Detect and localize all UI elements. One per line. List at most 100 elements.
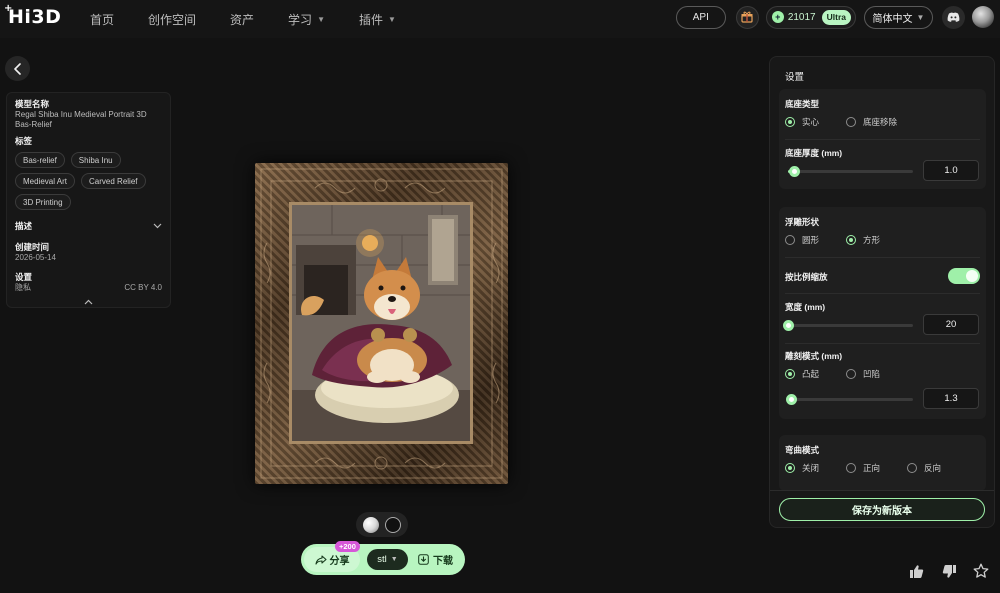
relief-shape-label: 浮雕形状 xyxy=(785,217,820,227)
privacy-row: 隐私 CC BY 4.0 xyxy=(15,283,162,293)
divider xyxy=(770,490,994,491)
solid-view-button[interactable] xyxy=(385,516,401,533)
privacy-label: 隐私 xyxy=(15,283,31,292)
width-slider[interactable] xyxy=(783,320,913,331)
bend-settings-group: 弯曲模式 关闭 正向 反向 xyxy=(779,435,986,491)
width-label: 宽度 (mm) xyxy=(785,302,826,312)
download-button[interactable]: 下载 xyxy=(418,552,453,567)
discord-icon xyxy=(947,12,960,22)
top-right-controls: API + 21017 Ultra 简体中文 ▼ xyxy=(675,5,994,29)
tag-chip[interactable]: Carved Relief xyxy=(81,173,146,189)
bend-mode-label: 弯曲模式 xyxy=(785,445,820,455)
chevron-down-icon: ▼ xyxy=(390,556,398,563)
share-icon xyxy=(314,554,327,565)
tag-chip[interactable]: Medieval Art xyxy=(15,173,76,189)
chevron-up-icon xyxy=(84,299,93,305)
base-solid-radio[interactable]: 实心 xyxy=(785,116,819,128)
star-icon xyxy=(973,563,989,578)
model-preview[interactable] xyxy=(255,163,508,484)
format-select[interactable]: stl ▼ xyxy=(367,549,408,570)
bend-reverse-radio[interactable]: 反向 xyxy=(907,462,941,474)
credit-coin-icon: + xyxy=(771,11,784,23)
slider-thumb[interactable] xyxy=(783,320,794,331)
chevron-down-icon: ▼ xyxy=(388,14,396,24)
chevron-down-icon xyxy=(153,223,162,229)
nav-home[interactable]: 首页 xyxy=(90,11,114,28)
gift-icon xyxy=(741,11,753,23)
tags-label: 标签 xyxy=(15,136,33,146)
width-input[interactable]: 20 xyxy=(923,314,979,335)
carve-depth-input[interactable]: 1.3 xyxy=(923,388,979,409)
top-nav-bar: + Hi3D 首页 创作空间 资产 学习 ▼ 插件 ▼ API + 21017 Ult… xyxy=(0,0,1000,38)
tag-list: Bas-relief Shiba Inu Medieval Art Carved… xyxy=(15,152,162,210)
shape-square-radio[interactable]: 方形 xyxy=(846,234,880,246)
slider-thumb[interactable] xyxy=(785,394,797,405)
base-remove-radio[interactable]: 底座移除 xyxy=(846,116,897,128)
save-new-version-button[interactable]: 保存为新版本 xyxy=(779,498,985,521)
share-reward-badge: +200 xyxy=(335,541,360,552)
thumbs-up-button[interactable] xyxy=(906,561,926,581)
model-name: Regal Shiba Inu Medieval Portrait 3D Bas… xyxy=(15,110,147,129)
bend-off-radio[interactable]: 关闭 xyxy=(785,462,819,474)
divider xyxy=(785,343,980,344)
divider xyxy=(785,257,980,258)
base-settings-group: 底座类型 实心 底座移除 底座厚度 (mm) 1.0 xyxy=(779,89,986,189)
carve-mode-label: 雕刻模式 (mm) xyxy=(785,351,843,361)
share-button[interactable]: 分享 +200 xyxy=(304,541,360,572)
language-select[interactable]: 简体中文 ▼ xyxy=(864,5,933,29)
base-thickness-label: 底座厚度 (mm) xyxy=(785,148,843,158)
tag-chip[interactable]: Bas-relief xyxy=(15,152,65,168)
slider-thumb[interactable] xyxy=(789,166,801,177)
relief-shape-options: 圆形 方形 xyxy=(785,234,907,246)
thumbs-down-button[interactable] xyxy=(939,561,959,581)
base-thickness-input[interactable]: 1.0 xyxy=(923,160,979,181)
discord-button[interactable] xyxy=(942,5,965,29)
nav-assets[interactable]: 资产 xyxy=(230,11,254,28)
shape-round-radio[interactable]: 圆形 xyxy=(785,234,819,246)
view-mode-toggle xyxy=(356,512,408,537)
relief-scene xyxy=(292,205,470,441)
gift-button[interactable] xyxy=(735,5,759,29)
action-bar: 分享 +200 stl ▼ 下载 xyxy=(301,541,465,575)
back-button[interactable] xyxy=(5,56,30,81)
brand-logo[interactable]: + Hi3D xyxy=(4,3,61,28)
bend-mode-options: 关闭 正向 反向 xyxy=(785,462,968,474)
main-nav: 首页 创作空间 资产 学习 ▼ 插件 ▼ xyxy=(90,0,430,38)
created-label: 创建时间 xyxy=(15,242,50,252)
tag-chip[interactable]: 3D Printing xyxy=(15,194,71,210)
credit-count: 21017 xyxy=(787,11,816,23)
relief-settings-group: 浮雕形状 圆形 方形 按比例缩放 宽度 (mm) 20 雕刻模式 (mm) 凸起… xyxy=(779,207,986,419)
tag-chip[interactable]: Shiba Inu xyxy=(70,152,121,168)
user-avatar[interactable] xyxy=(972,6,994,28)
carve-raised-radio[interactable]: 凸起 xyxy=(785,368,819,380)
thumbs-up-icon xyxy=(909,564,923,578)
base-type-options: 实心 底座移除 xyxy=(785,116,924,128)
proportional-toggle[interactable] xyxy=(948,268,980,284)
base-thickness-slider[interactable] xyxy=(788,166,913,177)
shiba-portrait-image xyxy=(292,205,470,441)
api-button[interactable]: API xyxy=(675,5,726,29)
carve-depth-slider[interactable] xyxy=(785,394,913,405)
settings-label: 设置 xyxy=(15,272,33,282)
carve-sunken-radio[interactable]: 凹陷 xyxy=(846,368,880,380)
nav-workspace[interactable]: 创作空间 xyxy=(148,11,196,28)
license-value: CC BY 4.0 xyxy=(124,283,162,292)
nav-plugins[interactable]: 插件 ▼ xyxy=(359,11,396,28)
credits-display[interactable]: + 21017 Ultra xyxy=(765,5,856,29)
base-type-label: 底座类型 xyxy=(785,99,820,109)
created-date: 2026-05-14 xyxy=(15,253,56,262)
nav-learn[interactable]: 学习 ▼ xyxy=(288,11,325,28)
bend-forward-radio[interactable]: 正向 xyxy=(846,462,880,474)
model-name-label: 模型名称 xyxy=(15,99,50,109)
divider xyxy=(785,293,980,294)
settings-panel: 设置 底座类型 实心 底座移除 底座厚度 (mm) 1.0 浮雕形状 圆形 方形… xyxy=(769,56,995,528)
chevron-down-icon: ▼ xyxy=(317,14,325,24)
collapse-button[interactable] xyxy=(15,299,162,305)
chevron-left-icon xyxy=(13,62,21,75)
settings-title: 设置 xyxy=(785,72,805,83)
description-toggle[interactable]: 描述 xyxy=(15,220,162,232)
favorite-button[interactable] xyxy=(971,561,991,581)
proportional-label: 按比例缩放 xyxy=(785,272,828,282)
chevron-down-icon: ▼ xyxy=(916,12,925,22)
textured-view-button[interactable] xyxy=(363,516,379,533)
